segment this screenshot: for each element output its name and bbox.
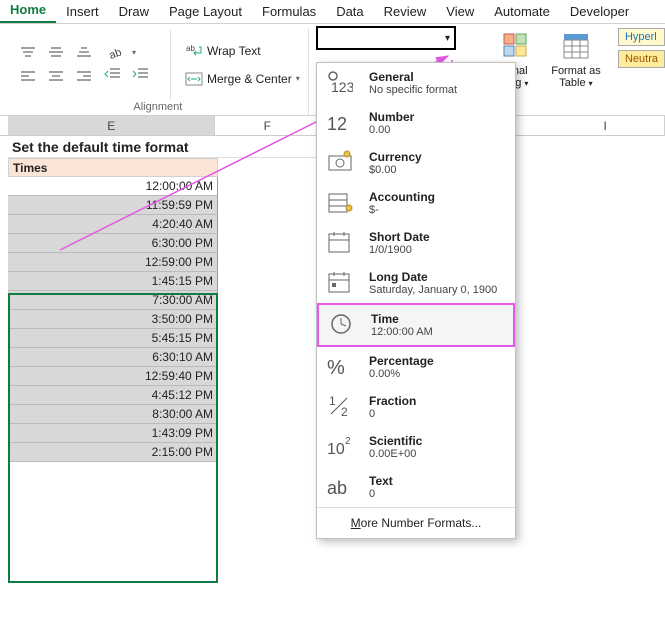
format-option-number[interactable]: 12Number0.00	[317, 103, 515, 143]
neutral-style-button[interactable]: Neutra	[618, 50, 665, 68]
align-top-icon[interactable]	[16, 43, 40, 63]
svg-text:ab: ab	[327, 478, 347, 498]
time-cell[interactable]: 8:30:00 AM	[8, 405, 218, 424]
svg-text:2: 2	[345, 436, 351, 447]
format-as-table-button[interactable]: Format as Table ▾	[546, 28, 606, 90]
align-middle-icon[interactable]	[44, 43, 68, 63]
text-icon: ab	[327, 473, 357, 501]
tab-home[interactable]: Home	[0, 0, 56, 23]
number-icon: 12	[327, 109, 357, 137]
hyperlink-style-button[interactable]: Hyperl	[618, 28, 665, 46]
format-option-percentage[interactable]: %Percentage0.00%	[317, 347, 515, 387]
align-right-icon[interactable]	[72, 67, 96, 87]
svg-text:1: 1	[329, 394, 336, 408]
orientation-dropdown-icon[interactable]: ▾	[132, 48, 136, 57]
format-option-time[interactable]: Time12:00:00 AM	[317, 303, 515, 347]
column-header-f[interactable]: F	[215, 116, 320, 135]
number-format-combo[interactable]: ▾	[316, 26, 456, 50]
tab-view[interactable]: View	[436, 0, 484, 23]
time-cell[interactable]: 6:30:10 AM	[8, 348, 218, 367]
decrease-indent-icon[interactable]	[104, 67, 128, 87]
svg-text:10: 10	[327, 441, 345, 458]
tab-review[interactable]: Review	[374, 0, 437, 23]
time-icon	[329, 311, 359, 339]
wrap-text-label: Wrap Text	[207, 44, 261, 58]
percent-icon: %	[327, 353, 357, 381]
time-cell[interactable]: 4:20:40 AM	[8, 215, 218, 234]
time-cell[interactable]: 4:45:12 PM	[8, 386, 218, 405]
format-option-accounting[interactable]: Accounting$-	[317, 183, 515, 223]
svg-text:%: %	[327, 357, 345, 379]
longdate-icon	[327, 269, 357, 297]
tab-data[interactable]: Data	[326, 0, 373, 23]
shortdate-icon	[327, 229, 357, 257]
merge-center-icon	[185, 72, 203, 86]
time-cell[interactable]: 12:00:00 AM	[8, 177, 218, 196]
tab-formulas[interactable]: Formulas	[252, 0, 326, 23]
tab-draw[interactable]: Draw	[109, 0, 159, 23]
tab-page-layout[interactable]: Page Layout	[159, 0, 252, 23]
wrap-text-icon: ab	[185, 43, 203, 59]
align-center-icon[interactable]	[44, 67, 68, 87]
tab-automate[interactable]: Automate	[484, 0, 560, 23]
merge-center-label: Merge & Center	[207, 72, 292, 86]
time-cell[interactable]: 12:59:00 PM	[8, 253, 218, 272]
merge-center-button[interactable]: Merge & Center ▾	[185, 68, 300, 90]
more-number-formats-item[interactable]: More Number Formats...	[317, 507, 515, 538]
tab-insert[interactable]: Insert	[56, 0, 109, 23]
chevron-down-icon: ▾	[445, 33, 450, 44]
time-cell[interactable]: 5:45:15 PM	[8, 329, 218, 348]
svg-text:12: 12	[327, 114, 347, 134]
format-option-short-date[interactable]: Short Date1/0/1900	[317, 223, 515, 263]
fraction-icon: 12	[327, 393, 357, 421]
format-option-long-date[interactable]: Long DateSaturday, January 0, 1900	[317, 263, 515, 303]
increase-indent-icon[interactable]	[132, 67, 156, 87]
format-as-table-icon	[558, 28, 594, 64]
currency-icon	[327, 149, 357, 177]
time-cell[interactable]: 2:15:00 PM	[8, 443, 218, 462]
format-as-table-label: Format as Table ▾	[546, 65, 606, 90]
format-option-text[interactable]: abText0	[317, 467, 515, 507]
svg-text:ab: ab	[186, 44, 195, 53]
accounting-icon	[327, 189, 357, 217]
wrap-text-button[interactable]: ab Wrap Text	[185, 40, 300, 62]
scientific-icon: 102	[327, 433, 357, 461]
time-cell[interactable]: 1:43:09 PM	[8, 424, 218, 443]
times-header-cell[interactable]: Times	[8, 158, 218, 177]
number-format-dropdown: 123GeneralNo specific format12Number0.00…	[316, 62, 516, 539]
align-left-icon[interactable]	[16, 67, 40, 87]
sheet-title-cell[interactable]: Set the default time format	[8, 136, 324, 158]
tab-developer[interactable]: Developer	[560, 0, 639, 23]
ribbon-tabs: Home Insert Draw Page Layout Formulas Da…	[0, 0, 665, 24]
align-bottom-icon[interactable]	[72, 43, 96, 63]
conditional-formatting-icon	[498, 28, 534, 64]
column-header-e[interactable]: E	[8, 116, 215, 135]
svg-text:2: 2	[341, 405, 348, 419]
alignment-group: ab ▾ ab Wrap Text Merge & Center ▾	[8, 28, 309, 115]
time-cell[interactable]: 7:30:00 AM	[8, 291, 218, 310]
format-option-scientific[interactable]: 102Scientific0.00E+00	[317, 427, 515, 467]
time-cell[interactable]: 1:45:15 PM	[8, 272, 218, 291]
merge-dropdown-icon[interactable]: ▾	[296, 74, 300, 83]
alignment-group-label: Alignment	[133, 101, 182, 115]
svg-text:ab: ab	[108, 46, 124, 60]
time-cell[interactable]: 3:50:00 PM	[8, 310, 218, 329]
time-cell[interactable]: 6:30:00 PM	[8, 234, 218, 253]
orientation-icon[interactable]: ab	[104, 43, 128, 63]
format-option-fraction[interactable]: 12Fraction0	[317, 387, 515, 427]
format-option-general[interactable]: 123GeneralNo specific format	[317, 63, 515, 103]
time-cell[interactable]: 12:59:40 PM	[8, 367, 218, 386]
time-cell[interactable]: 11:59:59 PM	[8, 196, 218, 215]
format-option-currency[interactable]: Currency$0.00	[317, 143, 515, 183]
svg-text:123: 123	[331, 79, 355, 95]
column-header-i[interactable]: I	[546, 116, 665, 135]
general-icon: 123	[327, 69, 357, 97]
